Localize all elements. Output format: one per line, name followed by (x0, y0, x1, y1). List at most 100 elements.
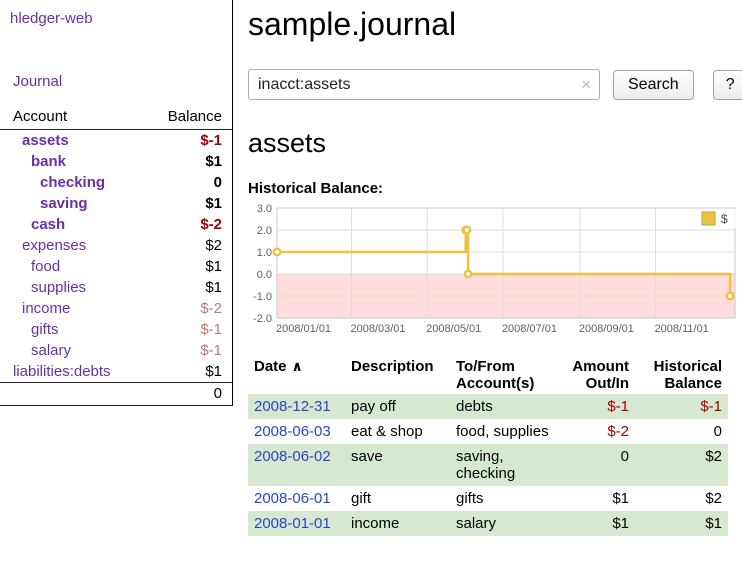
register-cell-balance: $1 (635, 511, 728, 536)
transaction-date-link[interactable]: 2008-01-01 (254, 515, 331, 532)
account-balance: $-1 (137, 340, 232, 361)
account-row: salary $-1 (0, 340, 232, 361)
account-row: expenses $2 (0, 235, 232, 256)
balance-chart: 3.0 2.0 1.0 0.0 -1.0 -2.0 2008/01/01 2008/03/01… (248, 202, 742, 344)
account-row: liabilities:debts $1 (0, 361, 232, 383)
register-cell-accounts: saving, checking (450, 444, 563, 486)
account-link[interactable]: bank (31, 153, 66, 170)
account-balance: $-2 (137, 214, 232, 235)
register-cell-amount: $1 (563, 486, 635, 511)
account-link[interactable]: assets (22, 132, 69, 149)
register-col-tofrom: To/From Account(s) (450, 356, 563, 394)
register-cell-accounts: gifts (450, 486, 563, 511)
register-cell-balance: $2 (635, 444, 728, 486)
account-link[interactable]: saving (40, 195, 88, 212)
svg-text:1.0: 1.0 (257, 247, 272, 259)
register-cell-description: gift (345, 486, 450, 511)
transaction-date-link[interactable]: 2008-06-01 (254, 490, 331, 507)
register-cell-accounts: debts (450, 394, 563, 419)
help-button[interactable]: ? (713, 70, 742, 100)
accounts-table-body: assets$-1bank$1checking0saving$1cash$-2e… (0, 130, 232, 383)
register-col-amount: Amount Out/In (563, 356, 635, 394)
register-row: 2008-01-01incomesalary$1$1 (248, 511, 728, 536)
account-balance: $-2 (137, 298, 232, 319)
account-row: food$1 (0, 256, 232, 277)
account-balance: $1 (137, 151, 232, 172)
transaction-date-link[interactable]: 2008-12-31 (254, 398, 331, 415)
register-cell-balance: 0 (635, 419, 728, 444)
accounts-table: Account Balance assets$-1bank$1checking0… (0, 106, 232, 406)
register-table-body: 2008-12-31pay offdebts$-1$-12008-06-03ea… (248, 394, 728, 536)
account-balance: $1 (137, 193, 232, 214)
chart-heading: Historical Balance: (248, 180, 742, 197)
svg-text:-1.0: -1.0 (253, 291, 272, 303)
account-balance: 0 (137, 172, 232, 193)
account-row: income $-2 (0, 298, 232, 319)
register-cell-amount: 0 (563, 444, 635, 486)
app-title-link[interactable]: hledger-web (10, 10, 232, 27)
register-col-date[interactable]: Date ∧ (248, 356, 345, 394)
svg-text:-2.0: -2.0 (253, 313, 272, 325)
svg-text:2008/01/01: 2008/01/01 (276, 323, 331, 335)
transaction-date-link[interactable]: 2008-06-02 (254, 448, 331, 465)
clear-search-icon[interactable]: × (581, 75, 591, 92)
account-balance: $-1 (137, 130, 232, 152)
page-title: sample.journal (248, 6, 742, 43)
register-col-description: Description (345, 356, 450, 394)
svg-text:2.0: 2.0 (257, 225, 272, 237)
accounts-total-row: 0 (0, 383, 232, 406)
svg-text:2008/07/01: 2008/07/01 (502, 323, 557, 335)
account-link[interactable]: liabilities:debts (13, 363, 111, 380)
register-row: 2008-06-03eat & shopfood, supplies$-20 (248, 419, 728, 444)
register-cell-date: 2008-01-01 (248, 511, 345, 536)
main-content: sample.journal × Search ? assets Histori… (233, 0, 742, 546)
account-link[interactable]: income (22, 300, 70, 317)
account-row: gifts $-1 (0, 319, 232, 340)
transaction-date-link[interactable]: 2008-06-03 (254, 423, 331, 440)
account-link[interactable]: food (31, 258, 60, 275)
sidebar-item-journal[interactable]: Journal (13, 73, 232, 90)
svg-text:0.0: 0.0 (257, 269, 272, 281)
register-cell-amount: $-1 (563, 394, 635, 419)
account-row: assets $-1 (0, 130, 232, 152)
register-cell-date: 2008-06-01 (248, 486, 345, 511)
register-cell-amount: $-2 (563, 419, 635, 444)
register-cell-description: pay off (345, 394, 450, 419)
svg-text:3.0: 3.0 (257, 203, 272, 215)
register-col-balance: Historical Balance (635, 356, 728, 394)
accounts-total-value: 0 (137, 383, 232, 406)
account-link[interactable]: salary (31, 342, 71, 359)
account-link[interactable]: cash (31, 216, 65, 233)
account-balance: $1 (137, 277, 232, 298)
register-cell-description: save (345, 444, 450, 486)
register-cell-accounts: food, supplies (450, 419, 563, 444)
register-col-date-label: Date (254, 358, 287, 375)
search-button[interactable]: Search (613, 70, 694, 100)
account-balance: $2 (137, 235, 232, 256)
account-link[interactable]: checking (40, 174, 105, 191)
account-row: checking 0 (0, 172, 232, 193)
account-link[interactable]: gifts (31, 321, 59, 338)
register-row: 2008-06-02 savesaving, checking0$2 (248, 444, 728, 486)
account-balance: $-1 (137, 319, 232, 340)
register-cell-accounts: salary (450, 511, 563, 536)
register-cell-balance: $-1 (635, 394, 728, 419)
account-link[interactable]: expenses (22, 237, 86, 254)
account-row: saving $1 (0, 193, 232, 214)
svg-text:2008/03/01: 2008/03/01 (350, 323, 405, 335)
account-heading: assets (248, 128, 742, 159)
register-cell-balance: $2 (635, 486, 728, 511)
search-form: × Search ? (248, 69, 742, 100)
account-row: supplies $1 (0, 277, 232, 298)
svg-text:2008/09/01: 2008/09/01 (579, 323, 634, 335)
register-cell-date: 2008-06-02 (248, 444, 345, 486)
sort-ascending-icon: ∧ (292, 358, 303, 374)
register-cell-date: 2008-12-31 (248, 394, 345, 419)
svg-text:2008/05/01: 2008/05/01 (426, 323, 481, 335)
account-link[interactable]: supplies (31, 279, 86, 296)
account-balance: $1 (137, 361, 232, 383)
search-input[interactable] (248, 69, 600, 100)
app: hledger-web Journal Account Balance asse… (0, 0, 742, 546)
register-row: 2008-06-01 giftgifts$1$2 (248, 486, 728, 511)
svg-text:2008/11/01: 2008/11/01 (655, 323, 709, 335)
